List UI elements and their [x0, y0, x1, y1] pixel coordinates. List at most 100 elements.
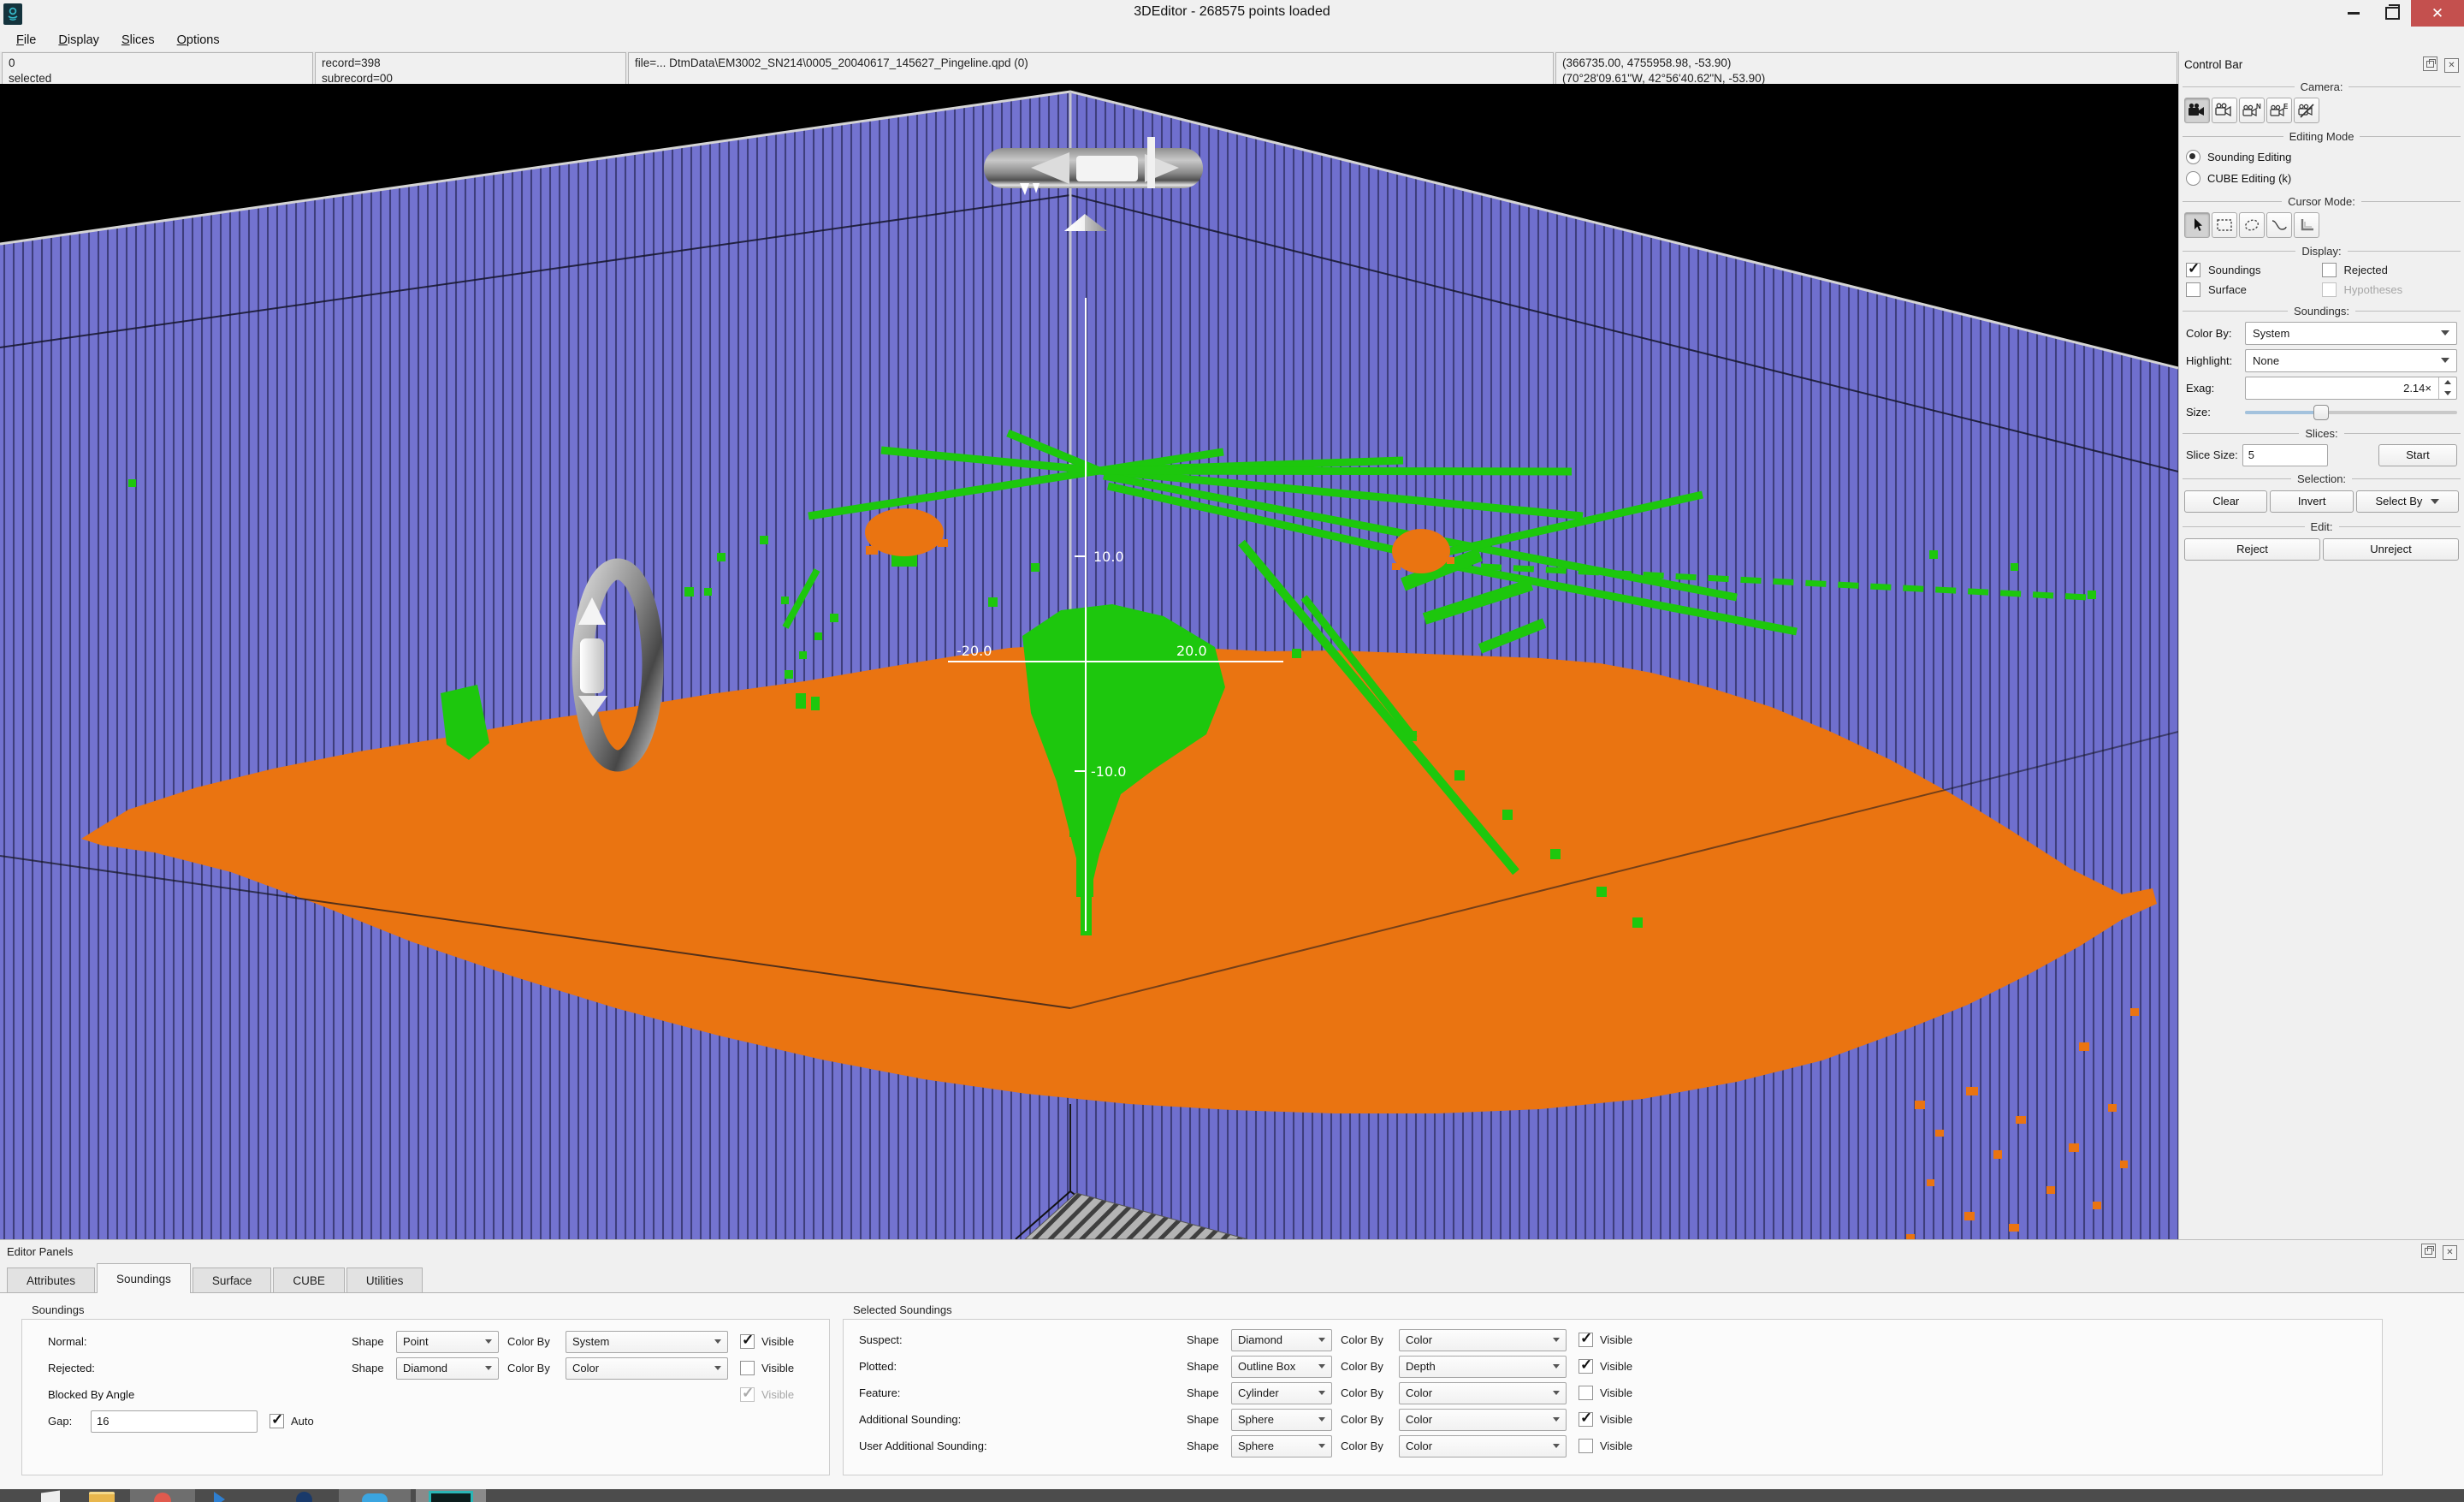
rejected-colorby-dropdown[interactable]: Color [566, 1357, 728, 1380]
editor-tab-bar: Attributes Soundings Surface CUBE Utilit… [7, 1264, 424, 1293]
highlight-dropdown[interactable]: None [2245, 349, 2457, 372]
gap-input[interactable]: 16 [91, 1410, 258, 1433]
tab-attributes[interactable]: Attributes [7, 1267, 95, 1293]
float-panel-icon[interactable] [2421, 1244, 2436, 1258]
camera-east-icon[interactable]: E [2266, 98, 2292, 123]
camera-group-label: Camera: [2183, 80, 2461, 93]
additional-visible-checkbox[interactable] [1578, 1412, 1593, 1427]
camera-north-icon[interactable]: N [2239, 98, 2265, 123]
minimize-button[interactable] [2334, 0, 2373, 27]
plotted-visible-checkbox[interactable] [1578, 1359, 1593, 1374]
unreject-button[interactable]: Unreject [2323, 538, 2459, 561]
normal-shape-dropdown[interactable]: Point [396, 1331, 499, 1353]
close-icon: ✕ [2431, 5, 2443, 22]
camera-outline-icon[interactable] [2212, 98, 2237, 123]
close-panel-icon[interactable]: ✕ [2443, 1245, 2457, 1260]
select-by-button[interactable]: Select By [2356, 490, 2459, 513]
file-explorer-icon[interactable] [89, 1492, 115, 1502]
status-record: record=398subrecord=00 [315, 52, 626, 84]
feature-shape-dropdown[interactable]: Cylinder [1231, 1382, 1332, 1404]
tab-surface[interactable]: Surface [192, 1267, 272, 1293]
close-panel-icon[interactable]: ✕ [2444, 58, 2459, 73]
invert-button[interactable]: Invert [2270, 490, 2353, 513]
axis-label-bottom: -10.0 [1091, 763, 1126, 780]
selected-soundings-groupbox-title: Selected Soundings [853, 1303, 952, 1316]
windows-start-icon[interactable] [41, 1492, 60, 1502]
feature-colorby-dropdown[interactable]: Color [1399, 1382, 1567, 1404]
plotted-shape-dropdown[interactable]: Outline Box [1231, 1356, 1332, 1378]
selected-soundings-groupbox: Suspect: Shape Diamond Color By Color Vi… [843, 1319, 2383, 1475]
rejected-checkbox[interactable]: Rejected [2322, 263, 2458, 277]
tab-utilities[interactable]: Utilities [346, 1267, 424, 1293]
feature-visible-checkbox[interactable] [1578, 1386, 1593, 1400]
corner-measure-icon[interactable] [2294, 212, 2319, 238]
browser-icon[interactable] [130, 1489, 195, 1502]
3d-viewport[interactable]: 10.0 -10.0 -20.0 20.0 [0, 84, 2178, 1239]
media-player-icon[interactable] [214, 1492, 225, 1502]
lasso-select-icon[interactable] [2239, 212, 2265, 238]
menu-options[interactable]: Options [166, 32, 231, 49]
user-additional-shape-dropdown[interactable]: Sphere [1231, 1435, 1332, 1457]
soundings-checkbox[interactable]: Soundings [2186, 263, 2322, 277]
clear-button[interactable]: Clear [2184, 490, 2267, 513]
chevron-down-icon [1318, 1417, 1325, 1422]
restore-icon [2385, 7, 2400, 20]
tab-cube[interactable]: CUBE [273, 1267, 345, 1293]
normal-colorby-dropdown[interactable]: System [566, 1331, 728, 1353]
suspect-colorby-dropdown[interactable]: Color [1399, 1329, 1567, 1351]
cube-editing-radio[interactable]: CUBE Editing (k) [2179, 168, 2464, 189]
tab-soundings[interactable]: Soundings [97, 1263, 191, 1293]
size-slider[interactable] [2245, 404, 2457, 421]
reject-button[interactable]: Reject [2184, 538, 2320, 561]
menu-display[interactable]: Display [47, 32, 110, 49]
suspect-visible-checkbox[interactable] [1578, 1333, 1593, 1347]
hypotheses-checkbox: Hypotheses [2322, 282, 2458, 297]
user-additional-colorby-dropdown[interactable]: Color [1399, 1435, 1567, 1457]
gap-auto-checkbox[interactable] [270, 1414, 284, 1428]
slice-size-input[interactable]: 5 [2242, 444, 2328, 466]
minimize-icon [2348, 12, 2360, 15]
color-by-label: Color By: [2186, 327, 2241, 340]
active-3d-app-icon[interactable] [416, 1489, 486, 1502]
suspect-row: Suspect: Shape Diamond Color By Color Vi… [844, 1327, 2382, 1353]
user-additional-visible-checkbox[interactable] [1578, 1439, 1593, 1453]
exag-spinner[interactable]: 2.14× [2245, 377, 2457, 400]
surface-checkbox[interactable]: Surface [2186, 282, 2322, 297]
chevron-down-icon [485, 1366, 492, 1370]
blocked-by-angle-row: Blocked By Angle Visible [22, 1381, 829, 1408]
rejected-visible-checkbox[interactable] [740, 1361, 755, 1375]
menu-file[interactable]: File [5, 32, 47, 49]
camera-edit-icon[interactable] [2294, 98, 2319, 123]
camera-toolbar: N E [2179, 97, 2464, 124]
chevron-down-icon [2441, 330, 2449, 335]
slider-handle[interactable] [2313, 405, 2329, 420]
sounding-editing-radio[interactable]: Sounding Editing [2179, 146, 2464, 168]
additional-colorby-dropdown[interactable]: Color [1399, 1409, 1567, 1431]
camera-filled-icon[interactable] [2184, 98, 2210, 123]
start-button[interactable]: Start [2378, 444, 2457, 466]
menu-slices[interactable]: Slices [110, 32, 166, 49]
color-by-dropdown[interactable]: System [2245, 322, 2457, 345]
chevron-down-icon [1553, 1364, 1560, 1368]
rect-select-icon[interactable] [2212, 212, 2237, 238]
close-button[interactable]: ✕ [2411, 0, 2464, 27]
plotted-colorby-dropdown[interactable]: Depth [1399, 1356, 1567, 1378]
restore-button[interactable] [2373, 0, 2411, 27]
title-bar[interactable]: 3DEditor - 268575 points loaded ✕ [0, 0, 2464, 28]
pointer-icon[interactable] [2184, 212, 2210, 238]
spin-up-icon [2439, 377, 2456, 389]
selection-group-label: Selection: [2183, 472, 2461, 485]
additional-shape-dropdown[interactable]: Sphere [1231, 1409, 1332, 1431]
axis-label-right: 20.0 [1176, 643, 1207, 659]
cloud-icon[interactable] [339, 1489, 411, 1502]
curve-select-icon[interactable] [2266, 212, 2292, 238]
suspect-shape-dropdown[interactable]: Diamond [1231, 1329, 1332, 1351]
spin-down-icon [2439, 388, 2456, 399]
chevron-down-icon [1553, 1391, 1560, 1395]
svg-text:N: N [2256, 103, 2261, 110]
rejected-shape-dropdown[interactable]: Diamond [396, 1357, 499, 1380]
size-label: Size: [2186, 406, 2241, 419]
edge-icon[interactable] [296, 1492, 312, 1502]
normal-visible-checkbox[interactable] [740, 1334, 755, 1349]
float-panel-icon[interactable] [2423, 56, 2437, 71]
